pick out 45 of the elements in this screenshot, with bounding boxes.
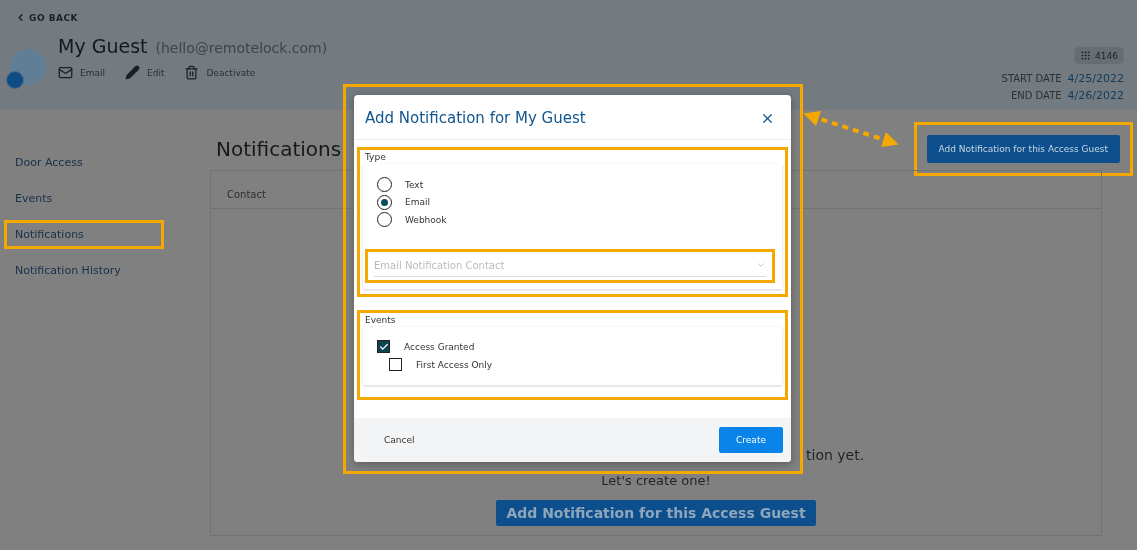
radio-label: Text <box>405 179 424 190</box>
pin-code: 4146 <box>1095 50 1118 61</box>
mail-icon <box>58 65 73 80</box>
column-header: Contact <box>227 189 266 200</box>
checkbox-label: Access Granted <box>404 341 475 352</box>
guest-email: (hello@remotelock.com) <box>155 40 328 56</box>
add-notification-button[interactable]: Add Notification for this Access Guest <box>496 500 816 526</box>
radio-option[interactable]: Email <box>377 193 772 211</box>
date-value: 4/26/2022 <box>1067 89 1124 102</box>
dialog-title: Add Notification for My Guest <box>365 109 586 127</box>
guest-action-link[interactable]: Deactivate <box>184 65 256 80</box>
empty-message: tion yet. <box>806 447 865 463</box>
date-label: START DATE <box>1001 73 1062 84</box>
trash-icon <box>184 65 200 80</box>
radio-option[interactable]: Webhook <box>377 211 772 229</box>
date-label: END DATE <box>1010 90 1062 101</box>
section-label: Events <box>365 314 397 325</box>
add-notification-button[interactable]: Add Notification for this Access Guest <box>926 135 1120 163</box>
checkbox-label: First Access Only <box>416 359 493 370</box>
keypad-icon <box>1080 50 1092 61</box>
sidebar-item[interactable]: Events <box>4 184 164 213</box>
radio-label: Email <box>405 197 430 208</box>
go-back-link[interactable]: GO BACK <box>15 12 328 23</box>
page-title: Notifications <box>216 137 342 161</box>
radio-option[interactable]: Text <box>377 176 772 194</box>
sidebar-item[interactable]: Notifications <box>4 220 164 249</box>
checkbox-row[interactable]: Access Granted <box>377 337 772 356</box>
radio-label: Webhook <box>405 214 447 225</box>
date-value: 4/25/2022 <box>1067 72 1124 85</box>
contact-select[interactable]: Email Notification Contact <box>374 255 766 277</box>
dropdown-caret-icon <box>756 260 766 270</box>
cancel-button[interactable]: Cancel <box>378 434 421 446</box>
checkbox[interactable] <box>389 358 402 371</box>
create-button[interactable]: Create <box>719 427 783 453</box>
sidebar-item[interactable]: Door Access <box>4 148 164 177</box>
select-placeholder: Email Notification Contact <box>374 259 505 271</box>
pencil-icon <box>125 65 140 80</box>
checkbox-row[interactable]: First Access Only <box>389 355 772 374</box>
guest-name: My Guest <box>58 35 148 57</box>
guest-action-link[interactable]: Edit <box>125 65 165 80</box>
sidebar-item[interactable]: Notification History <box>4 256 164 285</box>
section-label: Type <box>365 152 387 162</box>
guest-action-link[interactable]: Email <box>58 65 105 80</box>
empty-message: Let's create one! <box>601 473 711 488</box>
checkbox[interactable] <box>377 340 390 353</box>
